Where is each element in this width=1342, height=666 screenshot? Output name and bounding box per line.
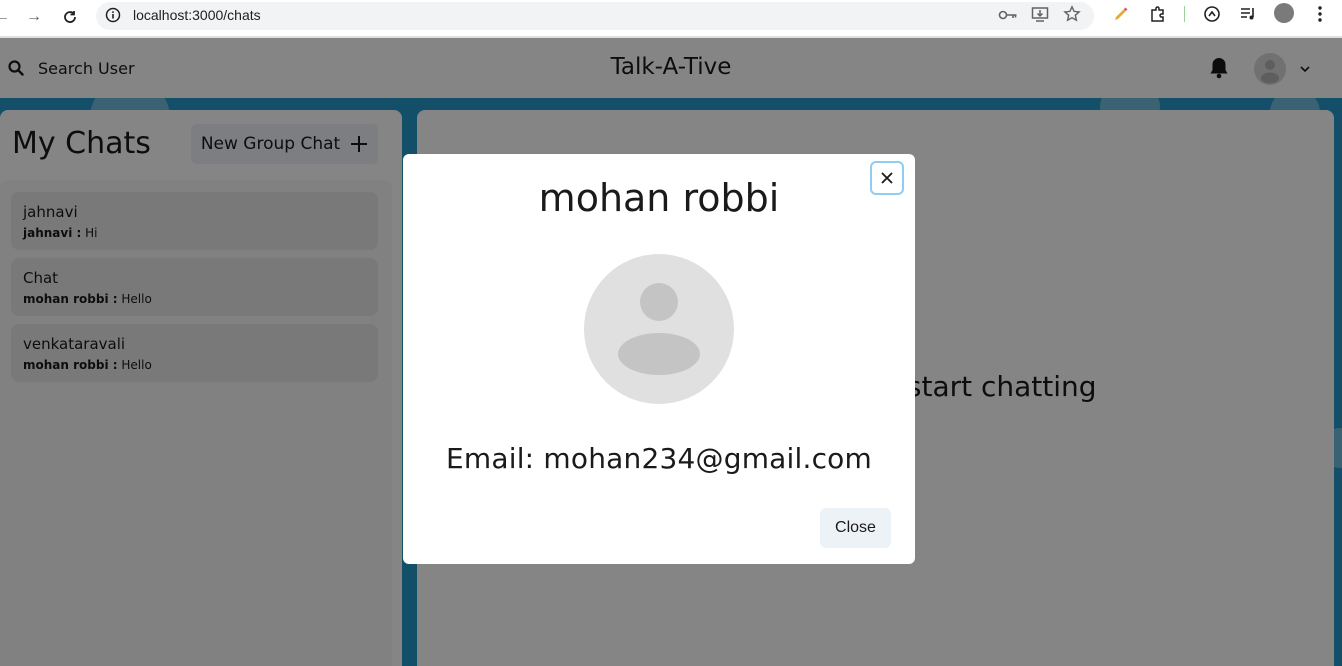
modal-close-x-button[interactable] bbox=[870, 161, 904, 195]
pen-icon[interactable] bbox=[1112, 5, 1130, 23]
site-info-icon[interactable] bbox=[105, 7, 121, 23]
profile-icon[interactable] bbox=[1274, 3, 1294, 23]
star-icon[interactable] bbox=[1063, 5, 1081, 23]
spiral-icon[interactable] bbox=[1203, 5, 1221, 23]
profile-picture bbox=[584, 254, 734, 404]
install-icon[interactable] bbox=[1031, 5, 1049, 23]
media-icon[interactable] bbox=[1239, 5, 1257, 23]
browser-toolbar: ← → localhost:3000/chats bbox=[0, 0, 1342, 36]
close-button[interactable]: Close bbox=[820, 508, 891, 548]
back-icon[interactable]: ← bbox=[0, 5, 14, 29]
menu-icon[interactable] bbox=[1316, 4, 1324, 24]
close-icon bbox=[881, 172, 893, 184]
forward-icon[interactable]: → bbox=[22, 5, 46, 29]
extensions-icon[interactable] bbox=[1149, 5, 1167, 23]
reload-icon[interactable] bbox=[58, 5, 82, 29]
profile-email: Email: mohan234@gmail.com bbox=[446, 442, 872, 475]
profile-modal: mohan robbi Email: mohan234@gmail.com Cl… bbox=[403, 154, 915, 564]
modal-title: mohan robbi bbox=[538, 176, 780, 220]
key-icon[interactable] bbox=[998, 7, 1018, 23]
toolbar-divider bbox=[1184, 6, 1185, 22]
url-text[interactable]: localhost:3000/chats bbox=[133, 7, 261, 23]
